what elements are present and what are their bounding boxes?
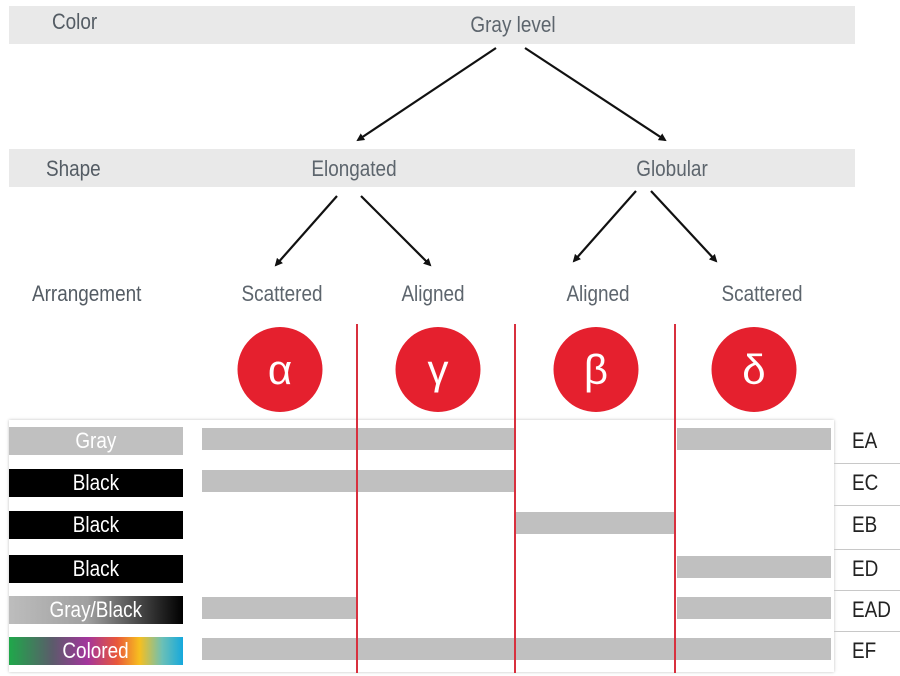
- occurrence-bar-ead: [202, 597, 357, 619]
- arrow-root-to-globular: [524, 47, 667, 142]
- classification-panel: [9, 420, 834, 672]
- occurrence-bar-ef: [202, 638, 831, 660]
- type-beta-badge: β: [553, 327, 639, 412]
- row-code: EAD: [852, 597, 891, 622]
- row-separator: [834, 463, 900, 464]
- node-aligned-globular: Aligned: [566, 281, 630, 306]
- legend-label: Gray: [75, 428, 117, 453]
- divider-gamma-beta: [514, 324, 516, 673]
- legend-label: Colored: [62, 638, 130, 663]
- occurrence-bar-eb: [515, 512, 674, 534]
- row-separator: [834, 549, 900, 550]
- legend-colored: Colored: [9, 637, 183, 665]
- type-gamma-badge: γ: [395, 327, 481, 412]
- level-label-shape: Shape: [46, 156, 101, 181]
- row-code: EF: [852, 638, 877, 663]
- legend-label: Black: [72, 512, 120, 537]
- occurrence-bar-ea: [677, 428, 831, 450]
- occurrence-bar-ea: [202, 428, 514, 450]
- divider-alpha-gamma: [356, 324, 358, 673]
- row-code: ED: [852, 556, 879, 581]
- occurrence-bar-ec: [202, 470, 514, 492]
- legend-gray: Gray: [9, 427, 183, 455]
- row-code: EB: [852, 512, 878, 537]
- color-level-band: [9, 6, 855, 44]
- legend-label: Black: [72, 470, 120, 495]
- type-delta-badge: δ: [711, 327, 797, 412]
- legend-black: Black: [9, 511, 183, 539]
- legend-black: Black: [9, 555, 183, 583]
- arrow-globular-to-scattered: [650, 190, 718, 263]
- arrow-root-to-elongated: [356, 47, 497, 142]
- level-label-color: Color: [52, 9, 98, 34]
- node-globular: Globular: [636, 156, 708, 181]
- row-code: EA: [852, 428, 878, 453]
- level-label-arrangement: Arrangement: [32, 281, 142, 306]
- arrow-elongated-to-scattered: [274, 195, 338, 267]
- node-gray-level: Gray level: [470, 12, 556, 37]
- legend-black: Black: [9, 469, 183, 497]
- divider-beta-delta: [674, 324, 676, 673]
- arrow-globular-to-aligned: [572, 190, 637, 263]
- row-separator: [834, 505, 900, 506]
- shape-level-band: [9, 149, 855, 187]
- node-elongated: Elongated: [311, 156, 397, 181]
- legend-label: Gray/Black: [49, 597, 143, 622]
- occurrence-bar-ed: [677, 556, 831, 578]
- occurrence-bar-ead: [677, 597, 831, 619]
- row-code: EC: [852, 470, 879, 495]
- node-aligned-elongated: Aligned: [401, 281, 465, 306]
- node-scattered-elongated: Scattered: [241, 281, 323, 306]
- type-alpha-badge: α: [237, 327, 323, 412]
- node-scattered-globular: Scattered: [721, 281, 803, 306]
- legend-label: Black: [72, 556, 120, 581]
- row-separator: [834, 631, 900, 632]
- legend-grayblack: Gray/Black: [9, 596, 183, 624]
- row-separator: [834, 590, 900, 591]
- arrow-elongated-to-aligned: [360, 195, 432, 267]
